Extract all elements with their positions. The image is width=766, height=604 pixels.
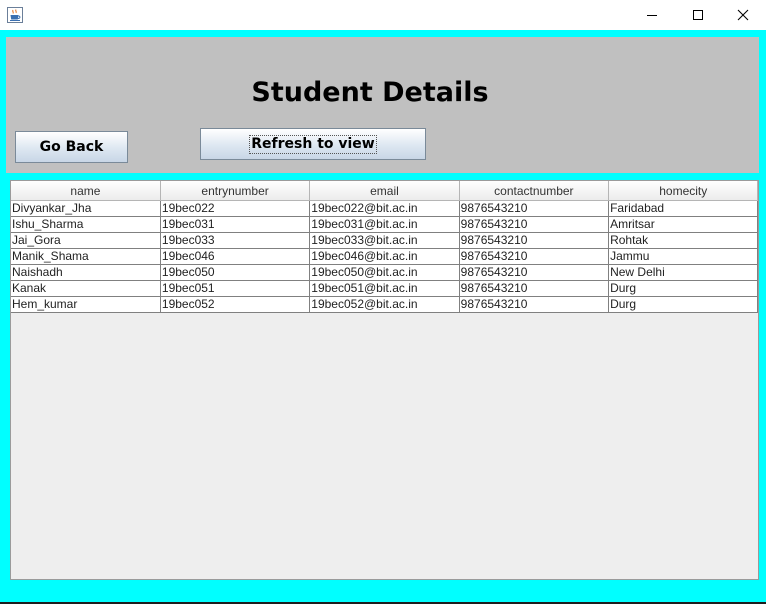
table-cell[interactable]: 19bec050 <box>160 264 311 281</box>
content-pane: Student Details Go Back Refresh to view … <box>0 30 766 602</box>
table-cell[interactable]: 19bec031 <box>160 216 311 233</box>
table-cell[interactable]: 9876543210 <box>459 296 610 313</box>
table-cell[interactable]: 9876543210 <box>459 264 610 281</box>
maximize-icon[interactable] <box>675 0 721 30</box>
page-title: Student Details <box>251 77 489 108</box>
table-cell[interactable]: 19bec051 <box>160 280 311 297</box>
table-cell[interactable]: Rohtak <box>608 232 759 249</box>
table-cell[interactable]: Manik_Shama <box>11 248 161 265</box>
table-cell[interactable]: Kanak <box>11 280 161 297</box>
table-row[interactable]: Naishadh 19bec050 19bec050@bit.ac.in 987… <box>11 264 759 281</box>
column-header-email[interactable]: email <box>309 181 460 201</box>
table-cell[interactable]: 19bec052 <box>160 296 311 313</box>
table-cell[interactable]: 19bec033@bit.ac.in <box>309 232 460 249</box>
app-window: Student Details Go Back Refresh to view … <box>0 0 766 604</box>
table-header-row: name entrynumber email contactnumber hom… <box>11 181 759 201</box>
java-cup-icon <box>7 7 23 23</box>
student-table-scrollpane[interactable]: name entrynumber email contactnumber hom… <box>10 180 759 580</box>
column-header-homecity[interactable]: homecity <box>608 181 759 201</box>
table-cell[interactable]: Durg <box>608 296 759 313</box>
table-cell[interactable]: Durg <box>608 280 759 297</box>
table-cell[interactable]: 19bec046 <box>160 248 311 265</box>
column-header-entrynumber[interactable]: entrynumber <box>160 181 311 201</box>
table-cell[interactable]: 19bec052@bit.ac.in <box>309 296 460 313</box>
table-cell[interactable]: 9876543210 <box>459 200 610 217</box>
table-cell[interactable]: 19bec050@bit.ac.in <box>309 264 460 281</box>
table-cell[interactable]: Naishadh <box>11 264 161 281</box>
table-row[interactable]: Ishu_Sharma 19bec031 19bec031@bit.ac.in … <box>11 216 759 233</box>
table-row[interactable]: Manik_Shama 19bec046 19bec046@bit.ac.in … <box>11 248 759 265</box>
go-back-button[interactable]: Go Back <box>15 131 128 163</box>
column-header-name[interactable]: name <box>11 181 161 201</box>
table-row[interactable]: Kanak 19bec051 19bec051@bit.ac.in 987654… <box>11 280 759 297</box>
minimize-icon[interactable] <box>629 0 675 30</box>
table-cell[interactable]: Faridabad <box>608 200 759 217</box>
table-cell[interactable]: 19bec046@bit.ac.in <box>309 248 460 265</box>
table-cell[interactable]: Amritsar <box>608 216 759 233</box>
column-header-contactnumber[interactable]: contactnumber <box>459 181 610 201</box>
table-row[interactable]: Hem_kumar 19bec052 19bec052@bit.ac.in 98… <box>11 296 759 313</box>
table-cell[interactable]: Ishu_Sharma <box>11 216 161 233</box>
table-cell[interactable]: New Delhi <box>608 264 759 281</box>
refresh-button[interactable]: Refresh to view <box>200 128 426 160</box>
close-icon[interactable] <box>720 0 766 30</box>
table-cell[interactable]: 9876543210 <box>459 248 610 265</box>
table-cell[interactable]: Hem_kumar <box>11 296 161 313</box>
table-cell[interactable]: 19bec022@bit.ac.in <box>309 200 460 217</box>
table-cell[interactable]: 19bec031@bit.ac.in <box>309 216 460 233</box>
table-row[interactable]: Divyankar_Jha 19bec022 19bec022@bit.ac.i… <box>11 200 759 217</box>
table-cell[interactable]: 19bec051@bit.ac.in <box>309 280 460 297</box>
title-bar[interactable] <box>0 0 766 30</box>
table-cell[interactable]: 9876543210 <box>459 216 610 233</box>
table-cell[interactable]: Jai_Gora <box>11 232 161 249</box>
table-cell[interactable]: 19bec033 <box>160 232 311 249</box>
table-cell[interactable]: 19bec022 <box>160 200 311 217</box>
header-panel: Student Details Go Back Refresh to view <box>6 37 759 173</box>
table-cell[interactable]: 9876543210 <box>459 232 610 249</box>
refresh-button-label: Refresh to view <box>249 134 377 154</box>
table-cell[interactable]: 9876543210 <box>459 280 610 297</box>
table-cell[interactable]: Jammu <box>608 248 759 265</box>
table-cell[interactable]: Divyankar_Jha <box>11 200 161 217</box>
table-row[interactable]: Jai_Gora 19bec033 19bec033@bit.ac.in 987… <box>11 232 759 249</box>
student-table[interactable]: name entrynumber email contactnumber hom… <box>11 181 759 313</box>
